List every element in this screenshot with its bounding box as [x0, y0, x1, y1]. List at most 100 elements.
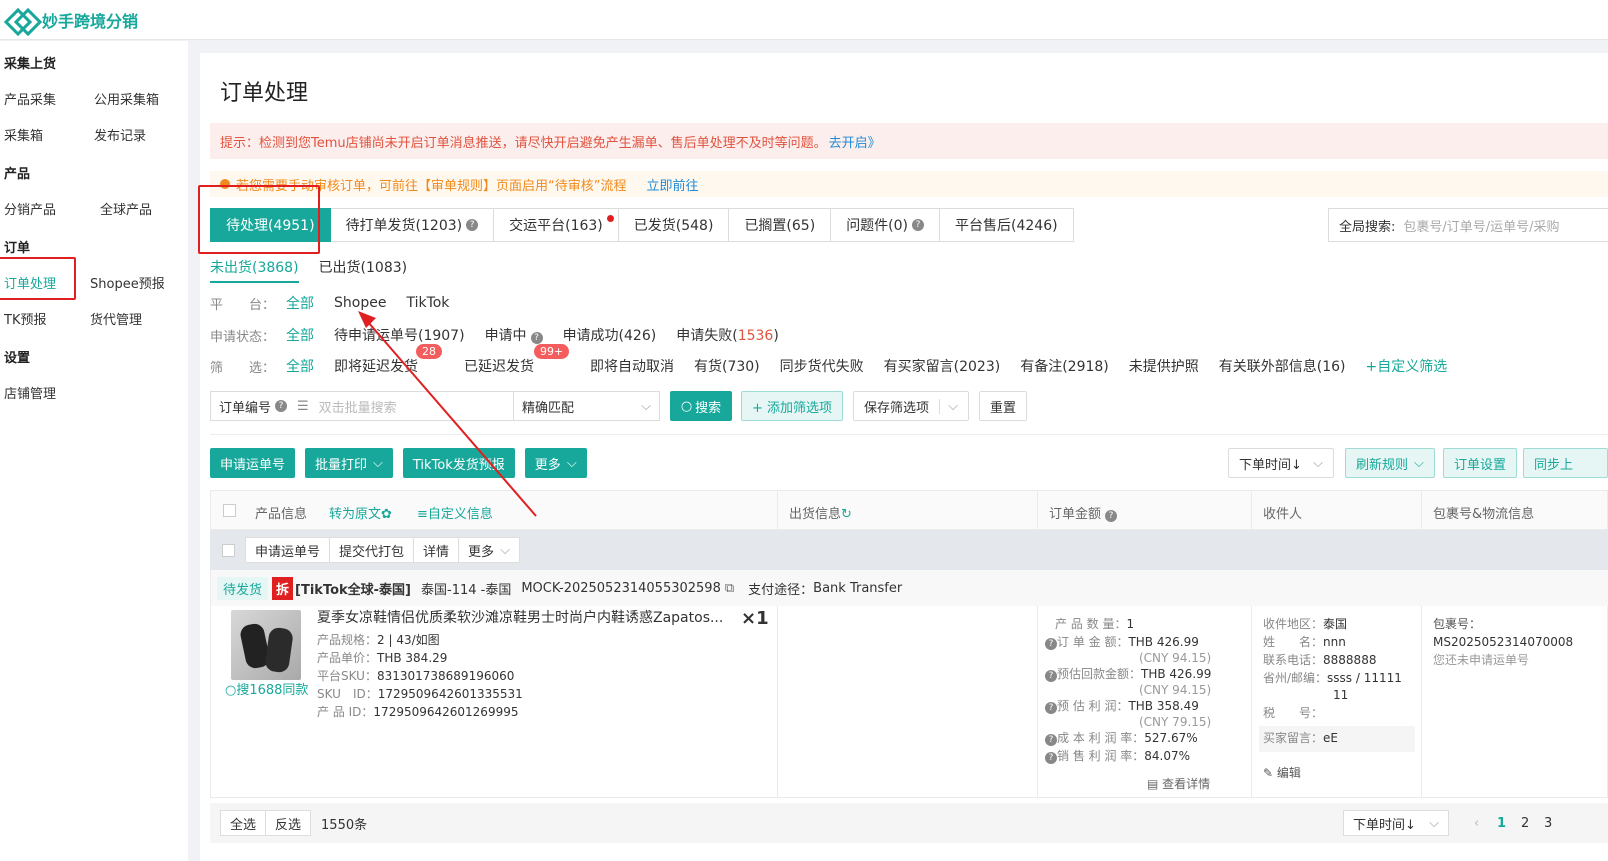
notice-enable-link[interactable]: 去开启》	[829, 132, 881, 151]
table-footer: 全选 反选 1550条 下单时间↓ ⌵ ‹ 1 2 3	[210, 803, 1608, 843]
sidebar-item-publish-log[interactable]: 发布记录	[94, 125, 146, 144]
search-1688-link[interactable]: ○搜1688同款	[225, 682, 308, 699]
product-spec: 产品规格：2 | 43/如图	[317, 632, 440, 649]
add-filter-button[interactable]: + 添加筛选项	[741, 391, 844, 421]
batch-detail-button[interactable]: 详情	[414, 537, 460, 563]
apply-failed[interactable]: 申请失败(1536)	[676, 325, 779, 345]
view-detail-link[interactable]: ▤ 查看详情	[1147, 776, 1210, 793]
sidebar-group-settings: 设置	[4, 351, 31, 366]
warning-icon	[220, 179, 230, 189]
shop-region: 泰国-114 -泰国	[421, 582, 512, 598]
batch-print-label: 批量打印	[315, 457, 368, 473]
save-filter-select[interactable]: 保存筛选项 ⌵	[853, 391, 970, 421]
filter-screen-label: 筛 选：	[210, 360, 276, 376]
tab-after-sales[interactable]: 平台售后(4246)	[940, 208, 1074, 242]
batch-print-button[interactable]: 批量打印 ⌵	[305, 448, 393, 478]
receiver-tax-label: 税 号：	[1263, 706, 1324, 720]
edit-receiver-link[interactable]: ✎ 编辑	[1263, 765, 1301, 782]
waybill-note: 您还未申请运单号	[1433, 653, 1530, 667]
sidebar-item-shopee-forecast[interactable]: Shopee预报	[90, 273, 165, 292]
screen-buyer-msg[interactable]: 有买家留言(2023)	[884, 356, 1001, 376]
tab-print-ship[interactable]: 待打单发货(1203)?	[330, 208, 495, 242]
tab-shipped[interactable]: 已发货(548)	[618, 208, 730, 242]
batch-apply-waybill-button[interactable]: 申请运单号	[245, 537, 331, 563]
screen-all[interactable]: 全部	[286, 356, 314, 376]
apply-pending[interactable]: 待申请运单号(1907)	[334, 325, 465, 345]
screen-in-stock[interactable]: 有货(730)	[694, 356, 760, 376]
match-mode-select[interactable]: 精确匹配 ⌵	[514, 391, 660, 421]
sidebar-item-forwarder[interactable]: 货代管理	[90, 309, 142, 328]
copy-icon[interactable]: ⧉	[725, 581, 734, 596]
select-all-checkbox[interactable]	[223, 504, 236, 517]
tab-handover[interactable]: 交运平台(163)	[494, 208, 619, 242]
receiver-name-value: nnn	[1323, 635, 1346, 649]
sidebar-item-product-collect[interactable]: 产品采集	[4, 89, 56, 108]
sidebar-item-order-processing[interactable]: 订单处理	[4, 273, 56, 292]
sidebar-item-distribution-product[interactable]: 分销产品	[4, 199, 56, 218]
screen-auto-cancel[interactable]: 即将自动取消	[590, 356, 674, 376]
tab-shelved[interactable]: 已搁置(65)	[729, 208, 832, 242]
buyer-message-value: eE	[1323, 731, 1338, 745]
screen-remark[interactable]: 有备注(2918)	[1020, 356, 1109, 376]
platform-tiktok[interactable]: TikTok	[406, 295, 449, 311]
tab-problem[interactable]: 问题件(0)?	[831, 208, 941, 242]
prev-page-icon[interactable]: ‹	[1474, 816, 1479, 831]
refresh-icon[interactable]: ↻	[841, 507, 852, 522]
notice-goto-link[interactable]: 立即前往	[646, 175, 698, 194]
product-image[interactable]	[231, 610, 301, 680]
tab-shelved-label: 已搁置(65)	[744, 218, 816, 234]
screen-soon-delay[interactable]: 即将延迟发货 28	[334, 344, 442, 376]
select-all-button[interactable]: 全选	[220, 810, 267, 836]
tab-pending[interactable]: 待处理(4951)	[210, 208, 331, 242]
sort-select-value: 下单时间↓	[1239, 457, 1302, 473]
search-button[interactable]: ○ 搜索	[670, 391, 732, 421]
apply-in-progress[interactable]: 申请中?	[485, 325, 543, 345]
apply-success[interactable]: 申请成功(426)	[563, 325, 657, 345]
page-1[interactable]: 1	[1497, 816, 1506, 831]
sidebar-item-shop-management[interactable]: 店铺管理	[4, 383, 56, 402]
tiktok-forecast-button[interactable]: TikTok发货预报	[402, 448, 515, 478]
sidebar-item-public-collect-box[interactable]: 公用采集箱	[94, 89, 159, 108]
filter-screen: 筛 选： 全部 即将延迟发货 28 已延迟发货 99+ 即将自动取消 有货(730)…	[210, 344, 1448, 376]
product-title[interactable]: 夏季女凉鞋情侣优质柔软沙滩凉鞋男士时尚户内鞋诱惑Zapatos...	[317, 610, 723, 627]
apply-waybill-button[interactable]: 申请运单号	[210, 448, 296, 478]
edit-receiver-label: 编辑	[1276, 766, 1301, 780]
order-settings-button[interactable]: 订单设置	[1443, 448, 1518, 478]
amount-order: ? 订 单 金 额：THB 426.99	[1041, 634, 1199, 651]
apply-all[interactable]: 全部	[286, 325, 314, 345]
subtab-not-shipped[interactable]: 未出货(3868)	[210, 257, 299, 283]
product-id: 产 品 ID：1729509642601269995	[317, 704, 518, 721]
top-bar: 妙手跨境分销	[0, 0, 1608, 40]
batch-submit-pack-button[interactable]: 提交代打包	[330, 537, 415, 563]
sidebar-item-global-product[interactable]: 全球产品	[100, 199, 152, 218]
footer-sort-select[interactable]: 下单时间↓ ⌵	[1343, 810, 1449, 836]
order-number: MOCK-2025052314055302598	[521, 580, 721, 596]
sidebar-item-collect-box[interactable]: 采集箱	[4, 125, 43, 144]
page-3[interactable]: 3	[1544, 816, 1552, 831]
batch-checkbox[interactable]	[222, 543, 235, 557]
global-search-input[interactable]: 全局搜索: 包裹号/订单号/运单号/采购	[1328, 208, 1608, 242]
order-no-search-input[interactable]: 订单编号 ? ☰ 双击批量搜索	[210, 391, 514, 421]
more-actions-button[interactable]: 更多 ⌵	[524, 448, 587, 478]
page-2[interactable]: 2	[1521, 816, 1529, 831]
screen-external-info[interactable]: 有关联外部信息(16)	[1219, 356, 1346, 376]
sku-id-value: 1729509642601335531	[377, 687, 523, 701]
screen-no-passport[interactable]: 未提供护照	[1129, 356, 1199, 376]
column-divider	[777, 606, 778, 798]
custom-info-link[interactable]: ≡自定义信息	[417, 503, 493, 522]
custom-filter-link[interactable]: +自定义筛选	[1366, 356, 1448, 376]
batch-more-button[interactable]: 更多 ⌵	[459, 537, 520, 563]
platform-shopee[interactable]: Shopee	[334, 295, 386, 311]
refresh-rule-button[interactable]: 刷新规则 ⌵	[1345, 448, 1435, 478]
platform-all[interactable]: 全部	[286, 293, 314, 313]
sort-select[interactable]: 下单时间↓ ⌵	[1228, 448, 1334, 478]
subtab-shipped[interactable]: 已出货(1083)	[319, 257, 408, 283]
sync-button[interactable]: 同步上	[1523, 448, 1608, 478]
receiver-province-cont: 11	[1333, 688, 1349, 702]
screen-delayed[interactable]: 已延迟发货 99+	[464, 344, 570, 376]
to-original-link[interactable]: 转为原文✿	[329, 503, 392, 522]
reset-button[interactable]: 重置	[979, 391, 1028, 421]
invert-select-button[interactable]: 反选	[266, 810, 312, 836]
screen-sync-fail[interactable]: 同步货代失败	[780, 356, 864, 376]
sidebar-item-tk-forecast[interactable]: TK预报	[4, 309, 46, 328]
